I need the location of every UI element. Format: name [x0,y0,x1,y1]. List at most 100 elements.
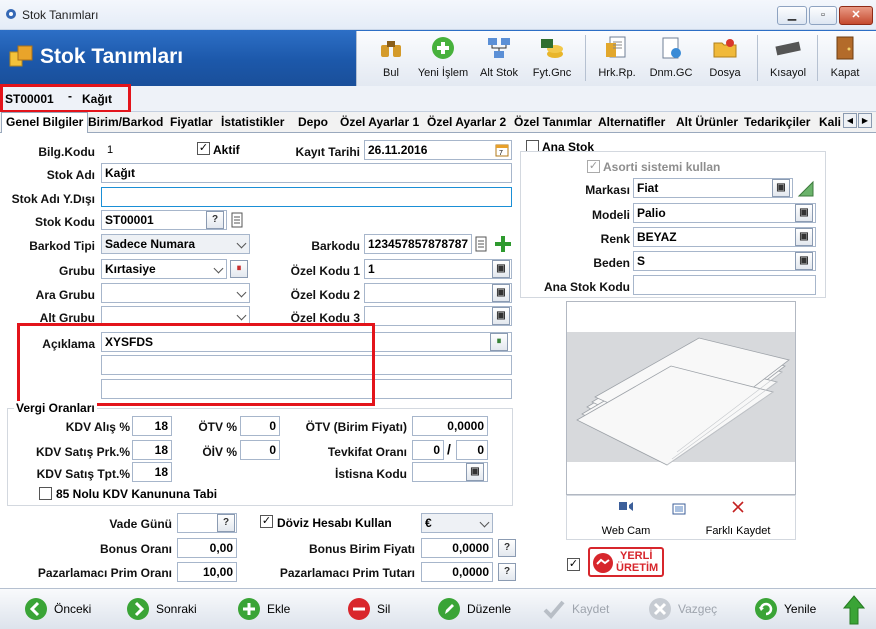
period-gc-button[interactable]: Dnm.GC [647,31,695,86]
istisna-lookup-button[interactable]: ▣ [466,463,484,481]
save-as-button[interactable]: Farklı Kaydet [700,500,776,538]
bonus-orani-field[interactable]: 0,00 [177,538,237,558]
tab-scroll-left-button[interactable]: ◀ [843,113,857,128]
kdv-satis-prk-field[interactable]: 18 [132,440,172,460]
tab-kalite[interactable]: Kali [819,115,841,129]
web-cam-button[interactable]: Web Cam [596,500,656,538]
shortcut-button[interactable]: Kısayol [765,31,811,86]
oiv-field[interactable]: 0 [240,440,280,460]
ozel-kodu2-field[interactable] [364,283,512,303]
ozel-kodu3-field[interactable] [364,306,512,326]
bonus-help-button[interactable]: ? [498,539,516,557]
calendar-icon[interactable]: 7 [495,143,509,157]
grubu-detail-button[interactable]: ⏸ [230,260,248,278]
tab-genel-bilgiler[interactable]: Genel Bilgiler [1,112,89,133]
close-button[interactable]: ✕ [839,6,873,25]
tab-alt-urunler[interactable]: Alt Ürünler [676,115,738,129]
stok-kodu-help-button[interactable]: ? [206,211,224,229]
sub-stock-button[interactable]: Alt Stok [475,31,523,86]
doviz-checkbox[interactable]: ✓ [260,515,273,528]
delete-button[interactable]: Sil [347,597,407,623]
refresh-button[interactable]: Yenile [754,597,824,623]
tab-istatistikler[interactable]: İstatistikler [221,115,284,129]
markasi-field[interactable]: Fiat [633,178,793,198]
minus-icon [348,598,370,620]
add-barcode-icon[interactable] [494,235,512,253]
pazarlamaci-orani-field[interactable]: 10,00 [177,562,237,582]
kdv-satis-tpt-field[interactable]: 18 [132,462,172,482]
tab-ozel-ayarlar-2[interactable]: Özel Ayarlar 2 [427,115,506,129]
vade-help-button[interactable]: ? [217,514,235,532]
pazarlamaci-tutari-field[interactable]: 0,0000 [421,562,493,582]
movement-report-button[interactable]: Hrk.Rp. [595,31,639,86]
cancel-button[interactable]: Vazgeç [648,597,728,623]
ana-stok-kodu-field[interactable] [633,275,816,295]
document-icon[interactable] [230,212,244,228]
ara-grubu-select[interactable] [101,283,250,303]
ozel-kodu1-field[interactable]: 1 [364,259,512,279]
door-icon [836,36,854,60]
stok-adi-field[interactable]: Kağıt [101,163,512,183]
otv-field[interactable]: 0 [240,416,280,436]
add-button[interactable]: Ekle [237,597,307,623]
bonus-birim-field[interactable]: 0,0000 [421,538,493,558]
kanun-checkbox[interactable] [39,487,52,500]
beden-lookup-button[interactable]: ▣ [795,252,813,270]
renk-lookup-button[interactable]: ▣ [795,228,813,246]
renk-field[interactable]: BEYAZ [633,227,816,247]
kayit-tarihi-field[interactable]: 26.11.2016 [364,140,512,160]
refresh-icon [755,598,777,620]
aciklama-detail-button[interactable]: ⏸ [490,333,508,351]
ozel-kodu2-lookup-button[interactable]: ▣ [492,284,510,302]
tab-scroll-right-button[interactable]: ▶ [858,113,872,128]
chevron-down-icon [236,238,247,249]
modeli-lookup-button[interactable]: ▣ [795,204,813,222]
tab-tedarikciler[interactable]: Tedarikçiler [744,115,810,129]
next-button[interactable]: Sonraki [126,597,206,623]
maximize-button[interactable]: ▫ [809,6,837,25]
previous-button[interactable]: Önceki [24,597,104,623]
aktif-checkbox[interactable]: ✓ [197,142,210,155]
arrow-up-icon[interactable] [843,595,865,625]
toolbar-separator [585,35,586,81]
stock-icon [9,45,33,67]
pazarlamaci-help-button[interactable]: ? [498,563,516,581]
markasi-lookup-button[interactable]: ▣ [772,179,790,197]
ozel-kodu1-lookup-button[interactable]: ▣ [492,260,510,278]
webcam-icon [619,502,633,511]
stok-adi-yd-field[interactable] [101,187,512,207]
barkodu-field[interactable]: 123457857878787 [364,234,472,254]
edit-brand-icon[interactable] [797,180,815,198]
modeli-field[interactable]: Palio [633,203,816,223]
tevkifat-numerator-field[interactable]: 0 [412,440,444,460]
yerli-uretim-checkbox[interactable]: ✓ [567,558,580,571]
file-button[interactable]: Dosya [703,31,747,86]
bonus-birim-label: Bonus Birim Fiyatı [308,542,415,556]
grubu-select[interactable]: Kırtasiye [101,259,227,279]
find-button[interactable]: Bul [371,31,411,86]
save-button[interactable]: Kaydet [542,597,622,623]
tab-birim-barkod[interactable]: Birim/Barkod [88,115,163,129]
barkod-tipi-select[interactable]: Sadece Numara [101,234,250,254]
product-photo[interactable] [566,301,796,495]
doviz-select[interactable]: € [421,513,493,533]
code-separator: - [68,89,72,103]
beden-field[interactable]: S [633,251,816,271]
tevkifat-denominator-field[interactable]: 0 [456,440,488,460]
tab-ozel-ayarlar-1[interactable]: Özel Ayarlar 1 [340,115,419,129]
edit-button[interactable]: Düzenle [437,597,517,623]
tab-depo[interactable]: Depo [298,115,328,129]
photo-frame-icon[interactable] [672,502,686,516]
tab-ozel-tanimlar[interactable]: Özel Tanımlar [514,115,592,129]
document-icon[interactable] [474,236,488,252]
otv-birim-field[interactable]: 0,0000 [412,416,488,436]
tab-alternatifler[interactable]: Alternatifler [598,115,665,129]
exit-button[interactable]: Kapat [823,31,867,86]
price-update-button[interactable]: Fyt.Gnc [529,31,575,86]
kdv-alis-field[interactable]: 18 [132,416,172,436]
new-transaction-button[interactable]: Yeni İşlem [415,31,471,86]
kdv-satis-tpt-label: KDV Satış Tpt.% [36,467,130,481]
tab-fiyatlar[interactable]: Fiyatlar [170,115,213,129]
ozel-kodu3-lookup-button[interactable]: ▣ [492,307,510,325]
minimize-button[interactable]: ▁ [777,6,807,25]
